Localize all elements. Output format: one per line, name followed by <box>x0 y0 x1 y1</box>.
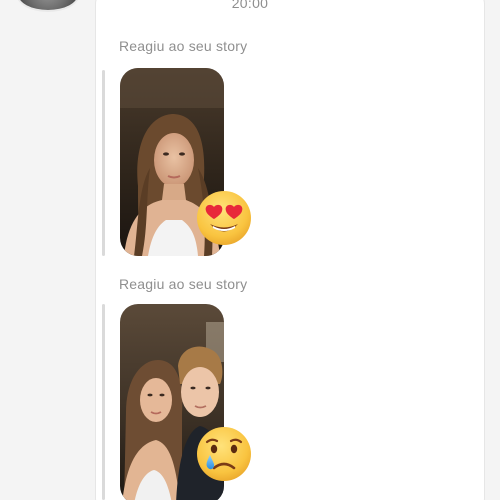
heart-eyes-icon <box>197 191 251 245</box>
story-reaction-caption: Reagiu ao seu story <box>119 38 248 54</box>
heart-eyes-emoji <box>195 189 253 247</box>
story-reaction-caption: Reagiu ao seu story <box>119 276 248 292</box>
story-reply-bar <box>102 304 105 500</box>
crying-face-icon <box>197 427 251 481</box>
dm-conversation-screen: 20:00 Reagiu ao seu story Reagiu ao seu … <box>0 0 500 500</box>
crying-emoji <box>195 425 253 483</box>
story-reply-bar <box>102 70 105 256</box>
message-timestamp: 20:00 <box>231 0 269 11</box>
